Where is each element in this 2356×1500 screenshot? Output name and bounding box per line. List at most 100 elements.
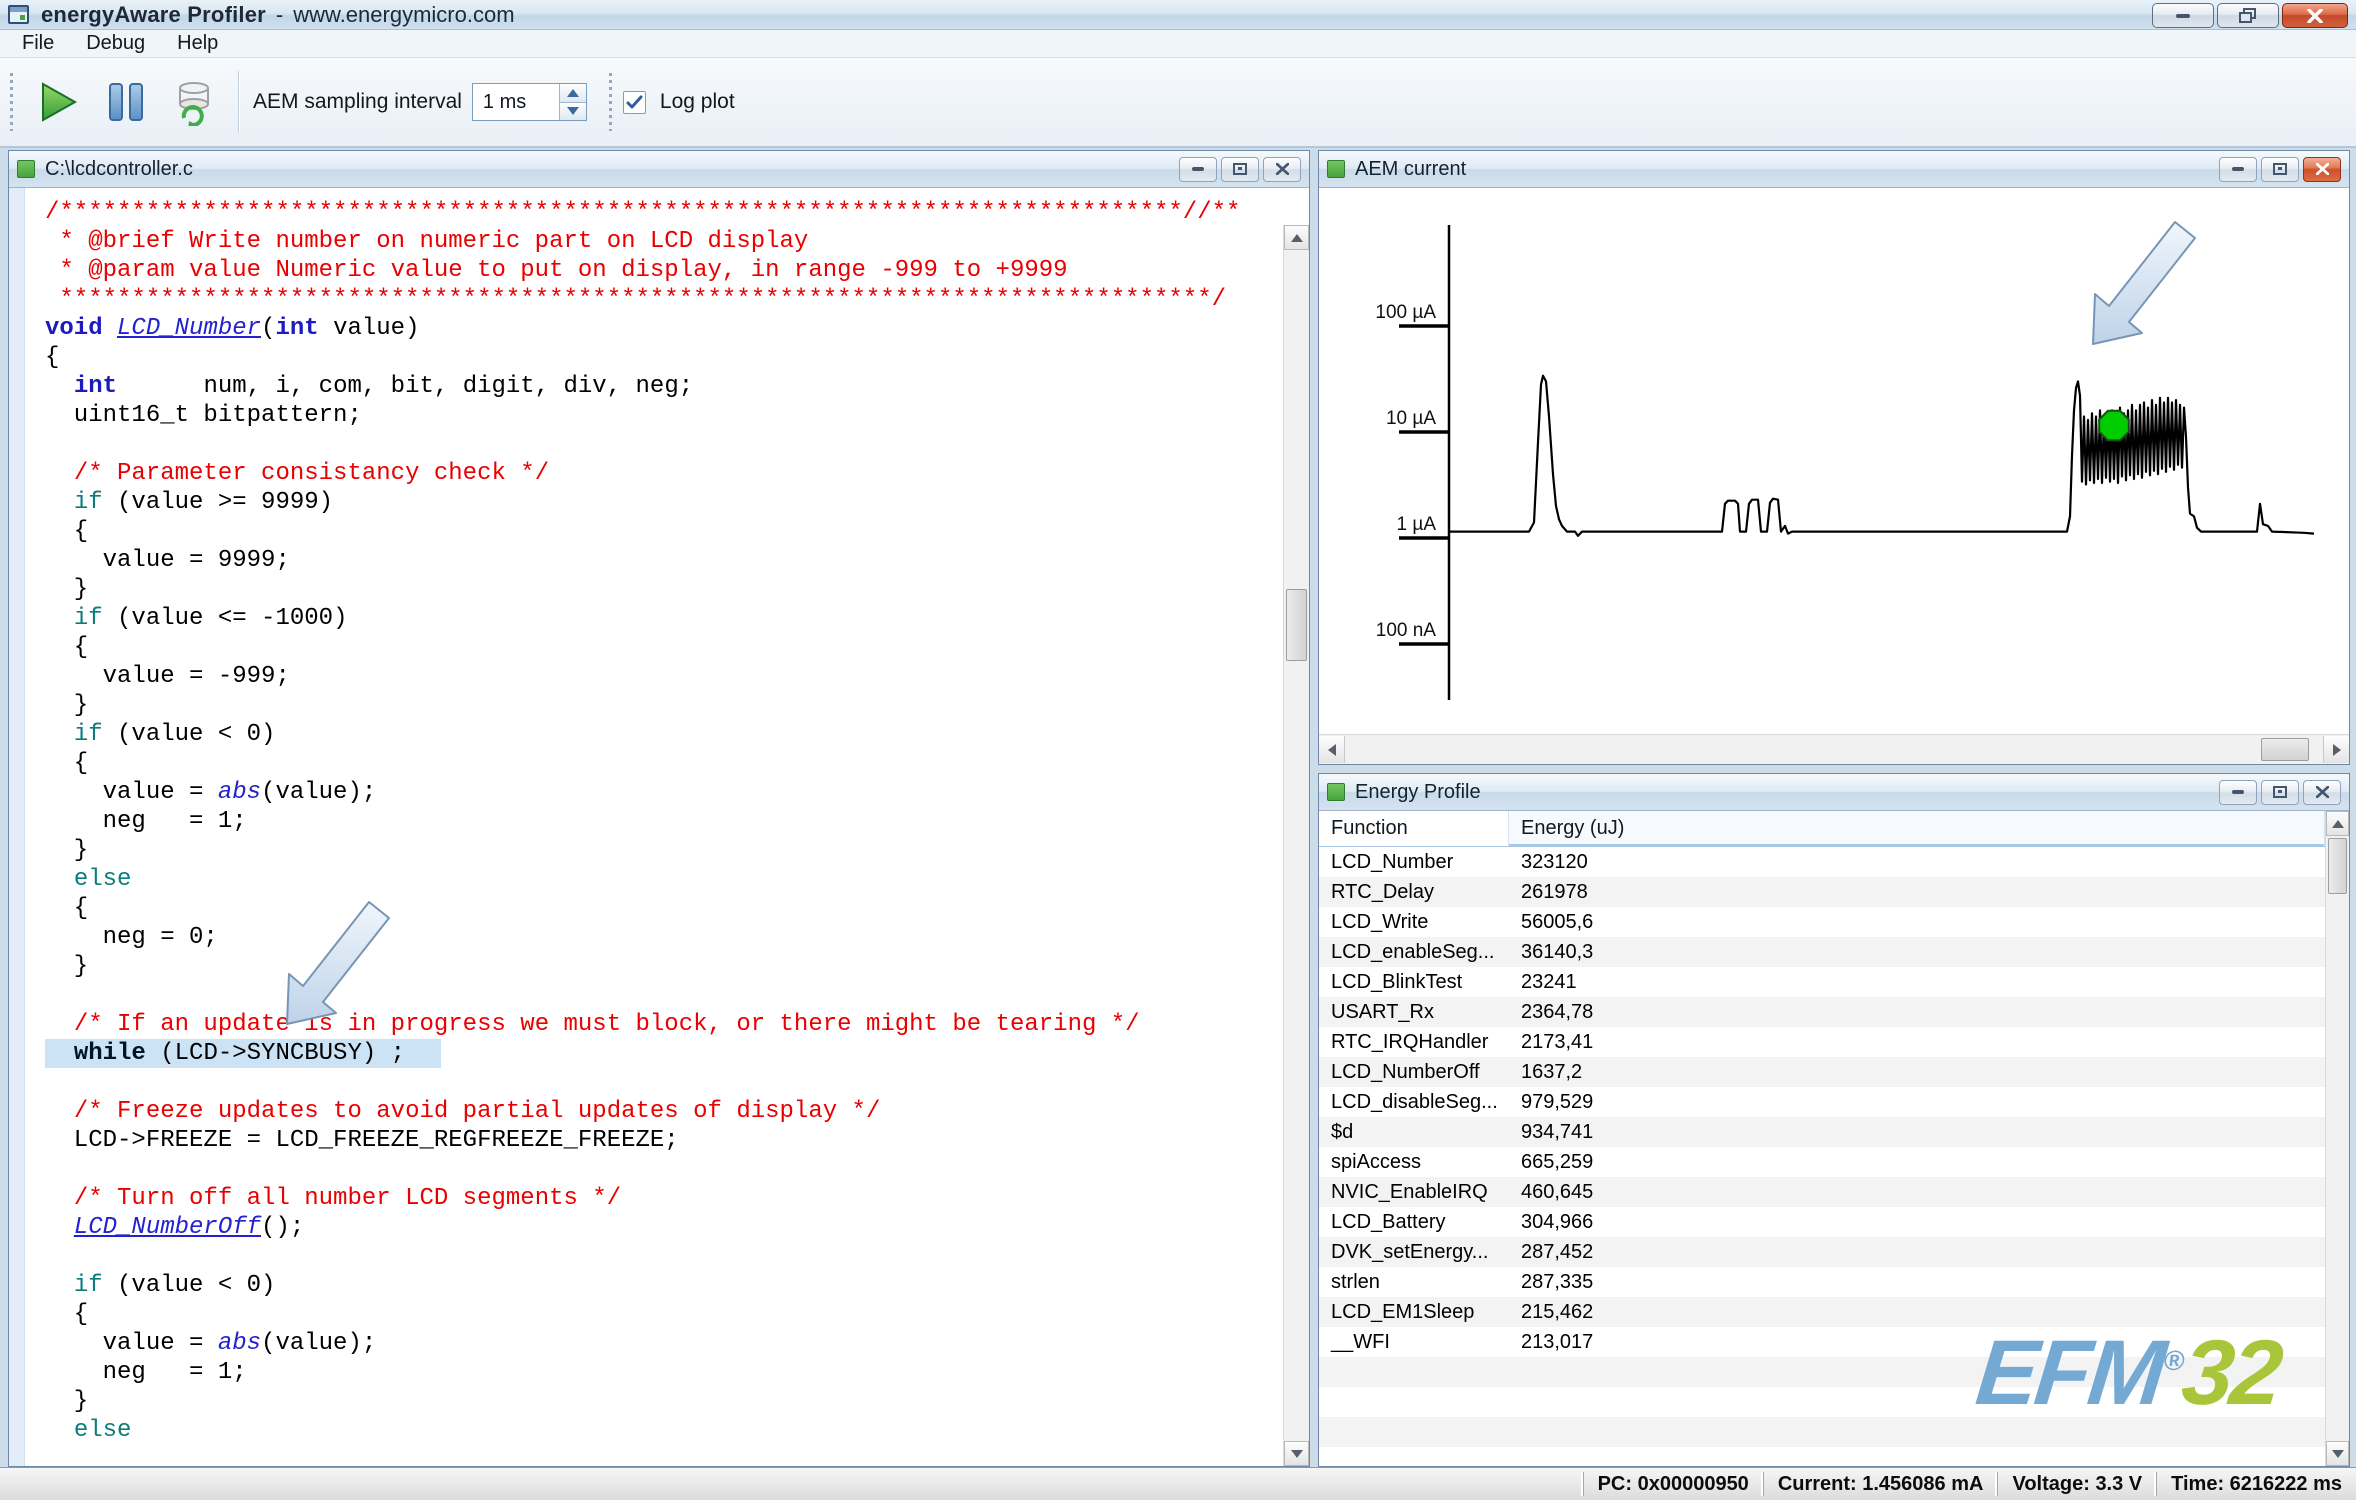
toolbar-grip-2[interactable] (609, 73, 613, 131)
code-line: LCD_NumberOff(); (45, 1213, 1283, 1242)
cell-function: LCD_Write (1319, 911, 1509, 934)
reset-button[interactable] (166, 74, 222, 130)
code-line: else (45, 1416, 1283, 1445)
run-button[interactable] (30, 74, 86, 130)
aem-window-titlebar[interactable]: AEM current (1319, 151, 2349, 188)
close-icon (2316, 786, 2329, 798)
aem-hscrollbar[interactable] (1319, 734, 2349, 764)
code-minimize-button[interactable] (1179, 157, 1217, 182)
table-row[interactable]: RTC_IRQHandler2173,41 (1319, 1027, 2325, 1057)
code-text: /***************************************… (25, 198, 1283, 1466)
aem-minimize-button[interactable] (2219, 157, 2257, 182)
table-row[interactable]: LCD_Write56005,6 (1319, 907, 2325, 937)
code-line: * @param value Numeric value to put on d… (45, 256, 1283, 285)
menu-item-debug[interactable]: Debug (70, 31, 161, 56)
energy-scrollbar[interactable] (2325, 811, 2349, 1466)
pause-button[interactable] (98, 74, 154, 130)
app-title-separator: - (276, 2, 283, 28)
current-chart: 100 µA10 µA1 µA100 nA (1319, 188, 2349, 735)
toolbar-grip[interactable] (10, 73, 14, 131)
app-icon (8, 5, 29, 24)
energy-table: Function Energy (uJ) LCD_Number323120RTC… (1319, 811, 2349, 1466)
scroll-down-button[interactable] (1284, 1441, 1309, 1466)
y-tick-label: 100 µA (1375, 302, 1436, 323)
code-line: neg = 1; (45, 807, 1283, 836)
table-row[interactable]: LCD_Number323120 (1319, 847, 2325, 877)
aem-close-button[interactable] (2303, 157, 2341, 182)
table-row[interactable]: USART_Rx2364,78 (1319, 997, 2325, 1027)
chevron-up-icon (2332, 820, 2344, 828)
cell-function: LCD_EM1Sleep (1319, 1301, 1509, 1324)
energy-close-button[interactable] (2303, 780, 2341, 805)
scroll-up-button[interactable] (1284, 225, 1309, 250)
scrollbar-thumb[interactable] (1286, 589, 1307, 661)
code-line: neg = 1; (45, 1358, 1283, 1387)
energy-restore-button[interactable] (2261, 780, 2299, 805)
current-waveform (1449, 376, 2314, 536)
minimize-button[interactable] (2152, 3, 2214, 28)
energy-minimize-button[interactable] (2219, 780, 2257, 805)
code-line: * @brief Write number on numeric part on… (45, 227, 1283, 256)
toolbar-separator (238, 71, 239, 133)
code-line (45, 1068, 1283, 1097)
scroll-up-button[interactable] (2326, 811, 2349, 836)
cell-function: __WFI (1319, 1331, 1509, 1354)
table-row[interactable]: DVK_setEnergy...287,452 (1319, 1237, 2325, 1267)
code-line: else (45, 865, 1283, 894)
aem-restore-button[interactable] (2261, 157, 2299, 182)
table-row[interactable]: LCD_enableSeg...36140,3 (1319, 937, 2325, 967)
code-editor[interactable]: /***************************************… (9, 188, 1309, 1466)
cell-energy: 460,645 (1509, 1181, 2325, 1204)
cell-function: LCD_enableSeg... (1319, 941, 1509, 964)
menu-item-help[interactable]: Help (161, 31, 234, 56)
table-row[interactable]: NVIC_EnableIRQ460,645 (1319, 1177, 2325, 1207)
cell-function: LCD_NumberOff (1319, 1061, 1509, 1084)
spinner-down-button[interactable] (560, 103, 586, 121)
status-field: Current: 1.456086 mA (1763, 1472, 1998, 1496)
scroll-left-button[interactable] (1319, 736, 1345, 763)
table-row[interactable]: LCD_NumberOff1637,2 (1319, 1057, 2325, 1087)
status-bar: PC: 0x00000950Current: 1.456086 mAVoltag… (0, 1467, 2356, 1500)
sampling-interval-value[interactable]: 1 ms (473, 84, 559, 120)
scrollbar-thumb[interactable] (2261, 738, 2309, 761)
code-restore-button[interactable] (1221, 157, 1259, 182)
code-scrollbar[interactable] (1283, 225, 1309, 1466)
table-row[interactable]: RTC_Delay261978 (1319, 877, 2325, 907)
document-icon (17, 160, 35, 178)
code-line (45, 981, 1283, 1010)
scroll-down-button[interactable] (2326, 1441, 2349, 1466)
column-header-function[interactable]: Function (1319, 811, 1509, 846)
code-line: value = 9999; (45, 546, 1283, 575)
status-field: Time: 6216222 ms (2156, 1472, 2356, 1496)
minimize-icon (1192, 167, 1204, 171)
table-row[interactable]: $d934,741 (1319, 1117, 2325, 1147)
sampling-interval-spinner[interactable]: 1 ms (472, 83, 587, 121)
chevron-right-icon (2333, 744, 2341, 756)
table-row[interactable]: LCD_disableSeg...979,529 (1319, 1087, 2325, 1117)
reset-icon (171, 78, 217, 126)
restore-button[interactable] (2217, 3, 2279, 28)
log-plot-checkbox[interactable] (623, 91, 646, 114)
cursor-marker[interactable] (2099, 411, 2129, 441)
menu-item-file[interactable]: File (6, 31, 70, 56)
table-row[interactable]: LCD_BlinkTest23241 (1319, 967, 2325, 997)
code-line: { (45, 517, 1283, 546)
table-row[interactable]: LCD_Battery304,966 (1319, 1207, 2325, 1237)
table-row[interactable]: spiAccess665,259 (1319, 1147, 2325, 1177)
cell-energy: 287,452 (1509, 1241, 2325, 1264)
cell-energy: 287,335 (1509, 1271, 2325, 1294)
energy-window-titlebar[interactable]: Energy Profile (1319, 774, 2349, 811)
code-window-titlebar[interactable]: C:\lcdcontroller.c (9, 151, 1309, 188)
aem-plot[interactable]: 100 µA10 µA1 µA100 nA (1319, 188, 2349, 735)
scrollbar-thumb[interactable] (2328, 838, 2347, 894)
pause-icon (106, 80, 146, 124)
column-header-energy[interactable]: Energy (uJ) (1509, 811, 2325, 846)
restore-icon (2273, 163, 2287, 175)
close-button[interactable] (2282, 3, 2348, 28)
code-close-button[interactable] (1263, 157, 1301, 182)
cell-energy: 56005,6 (1509, 911, 2325, 934)
scroll-right-button[interactable] (2323, 736, 2349, 763)
table-row[interactable]: strlen287,335 (1319, 1267, 2325, 1297)
spinner-up-button[interactable] (560, 84, 586, 103)
close-icon (2307, 9, 2323, 23)
